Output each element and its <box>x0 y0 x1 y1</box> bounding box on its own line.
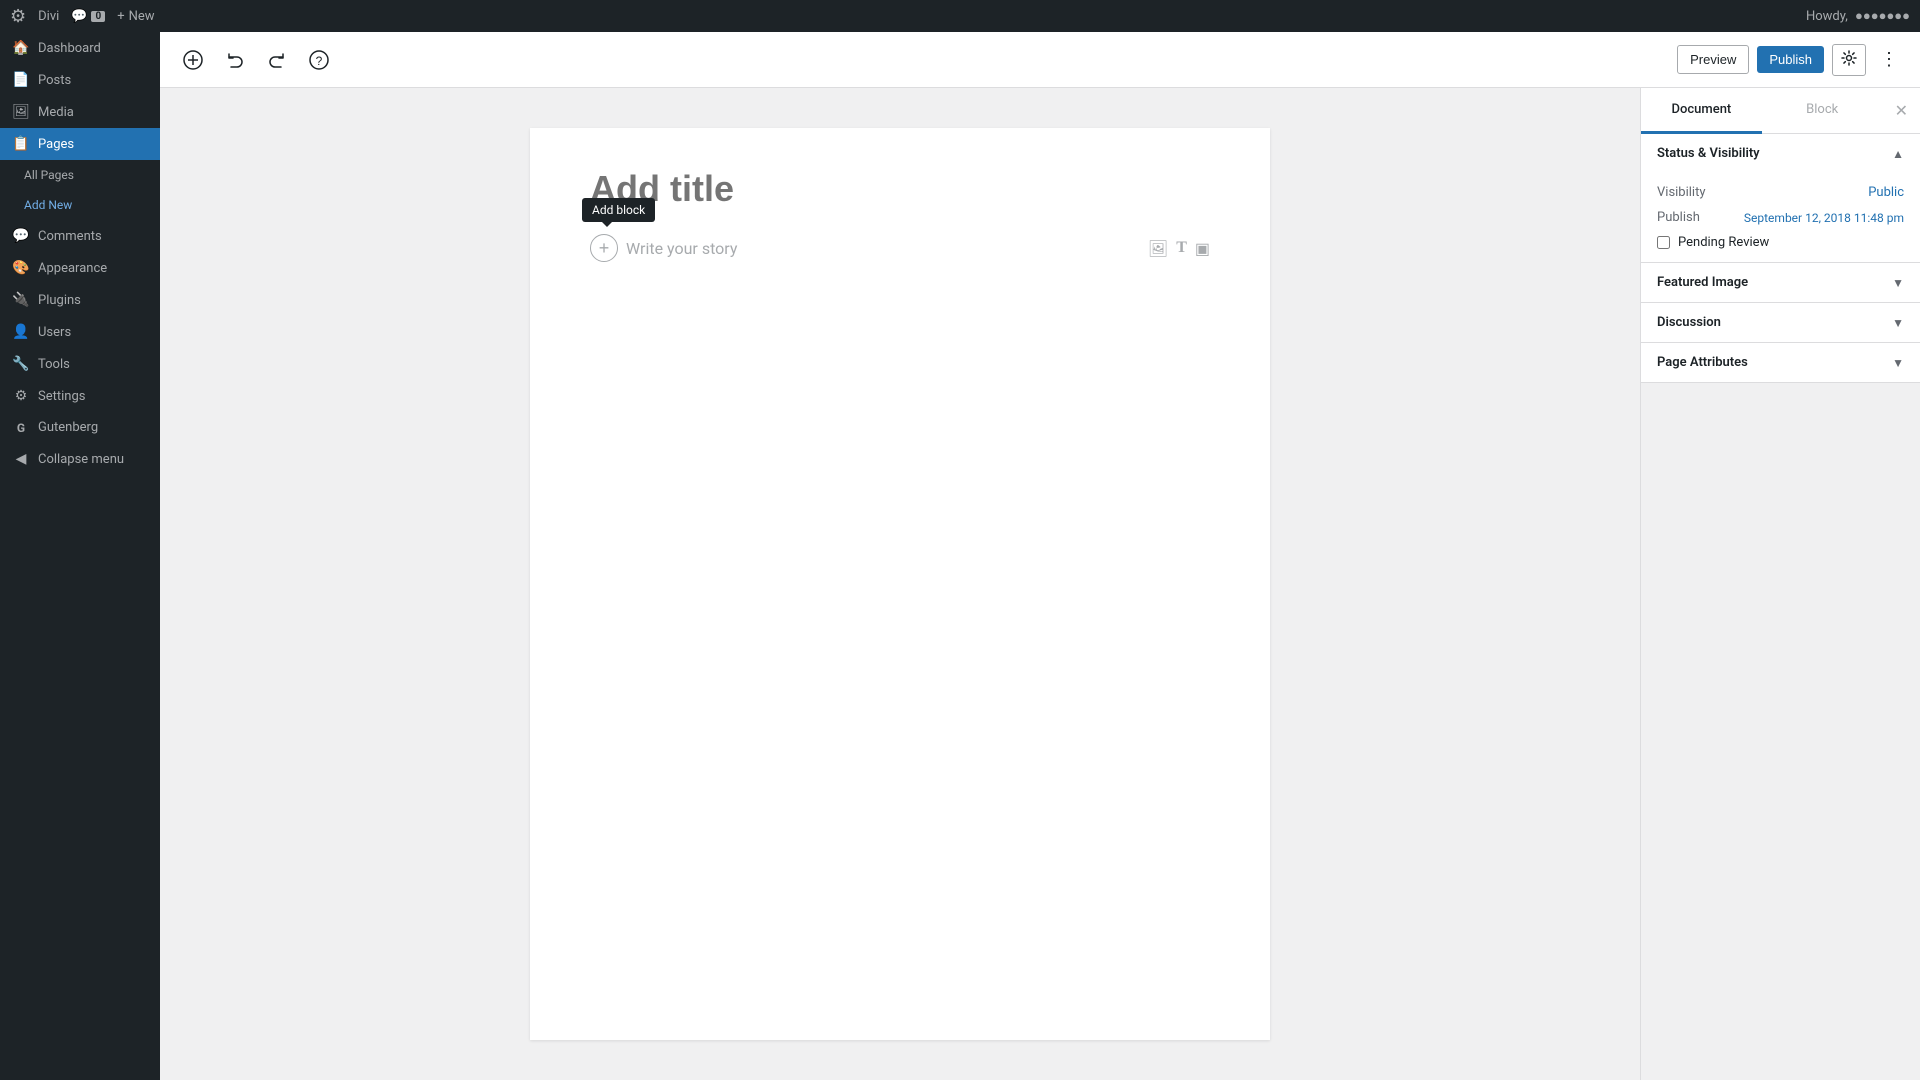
tools-icon: 🔧 <box>12 356 30 372</box>
sidebar-item-collapse[interactable]: ◀ Collapse menu <box>0 443 160 475</box>
more-options-button[interactable]: ⋮ <box>1874 45 1904 74</box>
help-button[interactable]: ? <box>302 43 336 77</box>
comment-bubble-icon: 💬 <box>71 9 87 24</box>
publish-date-value[interactable]: September 12, 2018 11:48 pm <box>1744 211 1904 225</box>
adminbar-site-name[interactable]: Divi <box>38 9 59 24</box>
undo-button[interactable] <box>218 43 252 77</box>
media-icon: 🖼 <box>12 104 30 120</box>
plus-icon: + <box>599 238 610 259</box>
panel-status-visibility-header[interactable]: Status & Visibility ▲ <box>1641 134 1920 173</box>
plugins-icon: 🔌 <box>12 292 30 308</box>
sidebar-item-comments[interactable]: 💬 Comments <box>0 220 160 252</box>
visibility-value[interactable]: Public <box>1868 185 1904 200</box>
users-icon: 👤 <box>12 324 30 340</box>
chevron-down-icon: ▼ <box>1892 276 1904 290</box>
add-block-inline-button[interactable]: + <box>590 234 618 262</box>
publish-row: Publish September 12, 2018 11:48 pm <box>1657 210 1904 225</box>
sidebar-close-button[interactable]: ✕ <box>1883 93 1920 128</box>
sidebar-item-plugins[interactable]: 🔌 Plugins <box>0 284 160 316</box>
panel-featured-image: Featured Image ▼ <box>1641 263 1920 303</box>
adminbar-new[interactable]: + New <box>117 9 154 24</box>
svg-text:?: ? <box>316 54 323 68</box>
redo-button[interactable] <box>260 43 294 77</box>
plus-circle-icon <box>183 50 203 70</box>
collapse-icon: ◀ <box>12 451 30 467</box>
sidebar-item-settings[interactable]: ⚙ Settings <box>0 380 160 412</box>
sidebar-item-posts[interactable]: 📄 Posts <box>0 64 160 96</box>
pending-review-row: Pending Review <box>1657 235 1904 250</box>
admin-sidebar: 🏠 Dashboard 📄 Posts 🖼 Media 📋 Pages All … <box>0 32 160 1080</box>
embed-tool-icon[interactable]: ▣ <box>1195 239 1210 258</box>
chevron-up-icon: ▲ <box>1892 147 1904 161</box>
sidebar-item-users[interactable]: 👤 Users <box>0 316 160 348</box>
adminbar-howdy: Howdy, ●●●●●●● <box>1806 8 1910 24</box>
wp-logo-icon[interactable]: ⚙ <box>10 6 26 27</box>
post-title-input[interactable] <box>590 168 1210 210</box>
sidebar-item-media[interactable]: 🖼 Media <box>0 96 160 128</box>
pending-review-label: Pending Review <box>1678 235 1769 250</box>
dashboard-icon: 🏠 <box>12 40 30 56</box>
redo-icon <box>267 50 287 70</box>
comments-icon: 💬 <box>12 228 30 244</box>
tab-block[interactable]: Block <box>1762 88 1883 134</box>
add-block-tooltip: Add block <box>582 198 655 222</box>
sidebar-footer <box>1641 383 1920 1080</box>
admin-bar: ⚙ Divi 💬 0 + New Howdy, ●●●●●●● <box>0 0 1920 32</box>
add-block-button[interactable] <box>176 43 210 77</box>
panel-status-visibility: Status & Visibility ▲ Visibility Public … <box>1641 134 1920 263</box>
writing-area: Add block + Write your story 🖼 T ▣ <box>160 88 1640 1080</box>
story-placeholder-text[interactable]: Write your story <box>626 235 1140 262</box>
pending-review-checkbox[interactable] <box>1657 236 1670 249</box>
text-tool-icon[interactable]: T <box>1176 239 1187 258</box>
settings-button[interactable] <box>1832 44 1866 76</box>
sidebar-item-appearance[interactable]: 🎨 Appearance <box>0 252 160 284</box>
appearance-icon: 🎨 <box>12 260 30 276</box>
right-sidebar: Document Block ✕ Status & Visibility ▲ V… <box>1640 88 1920 1080</box>
add-block-row: Add block + Write your story 🖼 T ▣ <box>590 234 1210 262</box>
sidebar-item-pages[interactable]: 📋 Pages <box>0 128 160 160</box>
plus-icon: + <box>117 9 124 24</box>
panel-featured-image-header[interactable]: Featured Image ▼ <box>1641 263 1920 302</box>
gear-icon <box>1841 50 1857 66</box>
adminbar-comments[interactable]: 💬 0 <box>71 9 105 24</box>
publish-button[interactable]: Publish <box>1757 46 1824 73</box>
sidebar-item-add-new[interactable]: Add New <box>0 190 160 220</box>
panel-page-attributes-header[interactable]: Page Attributes ▼ <box>1641 343 1920 382</box>
sidebar-item-all-pages[interactable]: All Pages <box>0 160 160 190</box>
editor-toolbar: ? Preview Publish ⋮ <box>160 32 1920 88</box>
visibility-row: Visibility Public <box>1657 185 1904 200</box>
undo-icon <box>225 50 245 70</box>
posts-icon: 📄 <box>12 72 30 88</box>
image-tool-icon[interactable]: 🖼 <box>1148 239 1168 258</box>
panel-status-visibility-content: Visibility Public Publish September 12, … <box>1641 173 1920 262</box>
panel-discussion: Discussion ▼ <box>1641 303 1920 343</box>
chevron-down-icon-2: ▼ <box>1892 316 1904 330</box>
chevron-down-icon-3: ▼ <box>1892 356 1904 370</box>
sidebar-item-gutenberg[interactable]: G Gutenberg <box>0 412 160 443</box>
panel-discussion-header[interactable]: Discussion ▼ <box>1641 303 1920 342</box>
pages-icon: 📋 <box>12 136 30 152</box>
panel-page-attributes: Page Attributes ▼ <box>1641 343 1920 383</box>
gutenberg-icon: G <box>12 421 30 435</box>
editor-content-block: Add block + Write your story 🖼 T ▣ <box>530 128 1270 1040</box>
sidebar-item-tools[interactable]: 🔧 Tools <box>0 348 160 380</box>
block-tools: 🖼 T ▣ <box>1148 239 1210 258</box>
help-icon: ? <box>309 50 329 70</box>
tab-document[interactable]: Document <box>1641 88 1762 134</box>
preview-button[interactable]: Preview <box>1677 45 1749 74</box>
sidebar-tabs: Document Block ✕ <box>1641 88 1920 134</box>
sidebar-item-dashboard[interactable]: 🏠 Dashboard <box>0 32 160 64</box>
settings-icon: ⚙ <box>12 388 30 404</box>
